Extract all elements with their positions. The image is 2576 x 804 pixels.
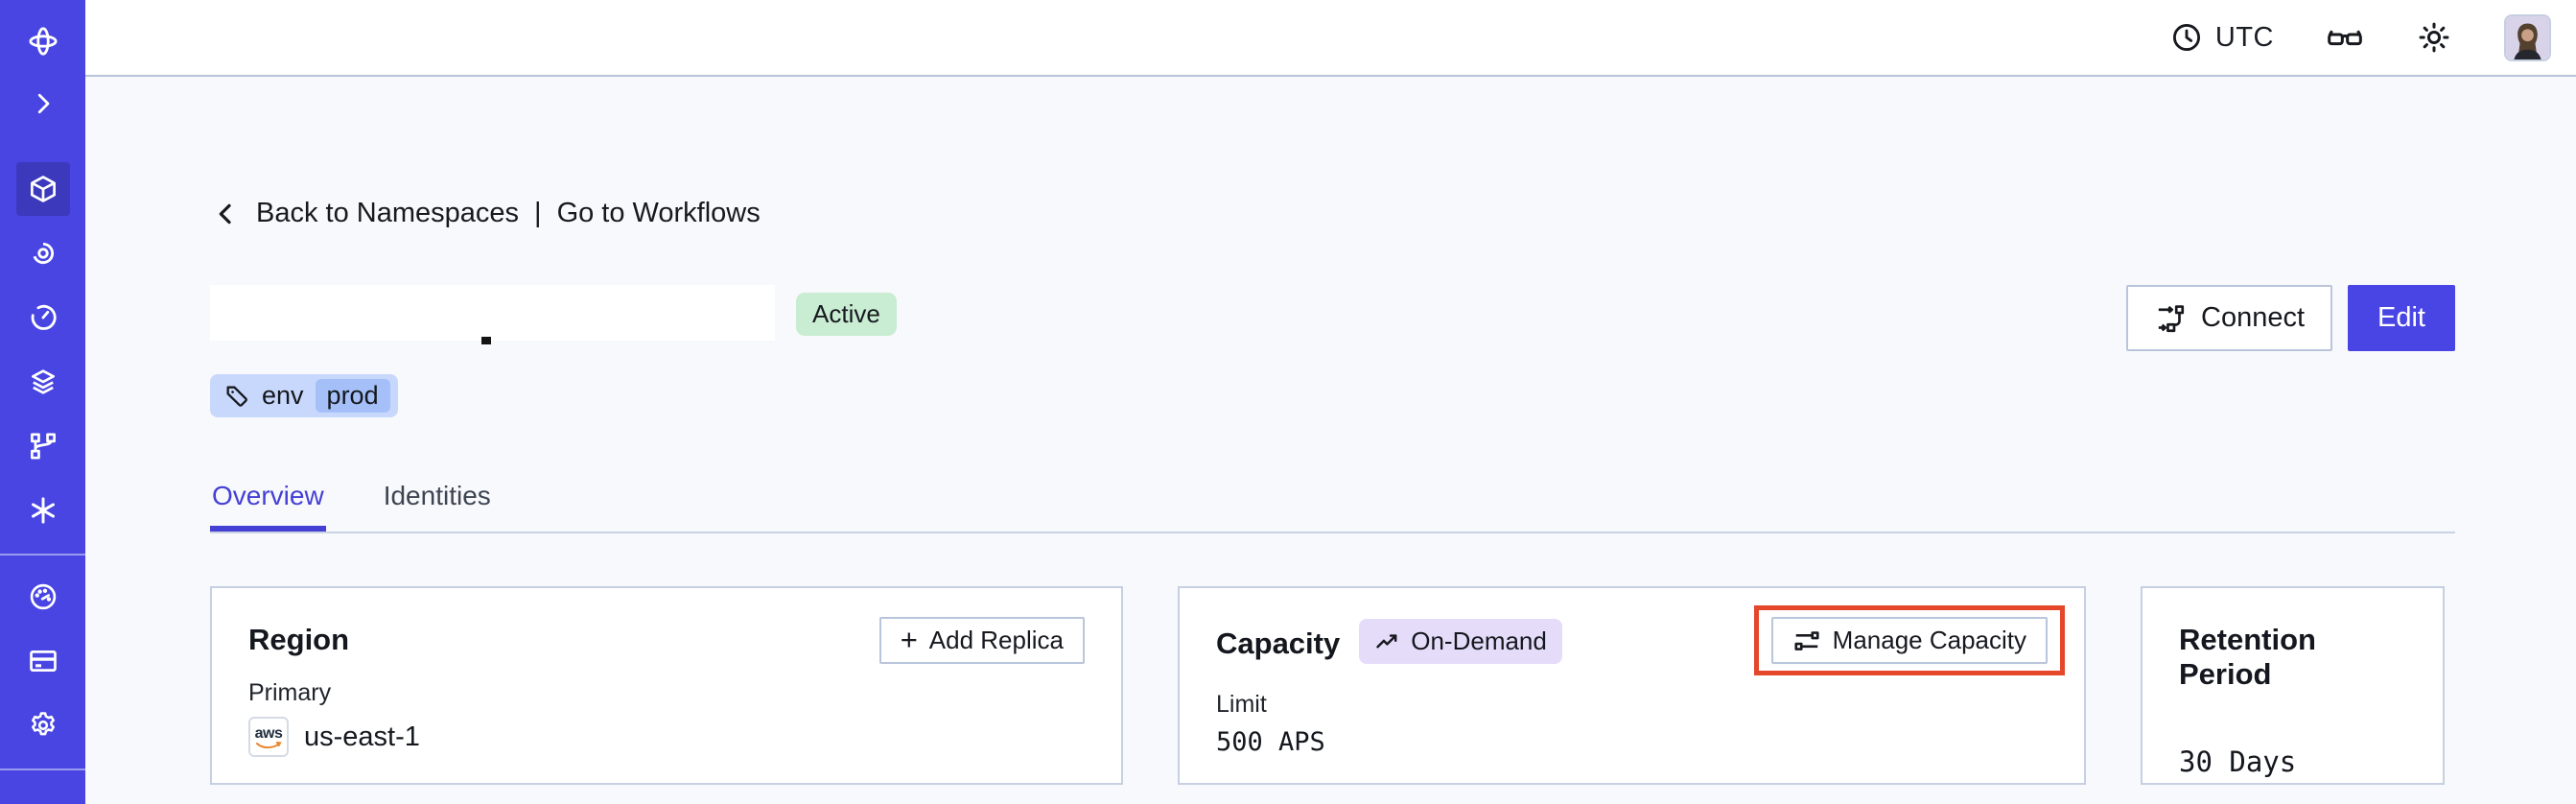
sidebar-item-deployments[interactable] bbox=[16, 355, 70, 409]
highlight-box: Manage Capacity bbox=[1753, 605, 2065, 675]
tag-key: env bbox=[262, 381, 304, 410]
retention-card: Retention Period 30 Days bbox=[2141, 586, 2445, 785]
tag-row: env prod bbox=[210, 374, 2455, 417]
theme-toggle-sun-icon[interactable] bbox=[2416, 19, 2452, 56]
capacity-card-header: Capacity On-Demand Manage Capacity bbox=[1216, 605, 2065, 675]
sidebar-item-nexus[interactable] bbox=[16, 484, 70, 537]
edit-button[interactable]: Edit bbox=[2348, 285, 2455, 351]
sidebar-divider bbox=[0, 554, 85, 556]
namespace-title-row: Active Connect Edit bbox=[210, 285, 2455, 351]
connect-button-label: Connect bbox=[2201, 302, 2306, 333]
manage-capacity-button[interactable]: Manage Capacity bbox=[1770, 617, 2048, 664]
region-card: Region + Add Replica Primary aws us-east… bbox=[210, 586, 1123, 785]
connect-button[interactable]: Connect bbox=[2126, 285, 2333, 351]
breadcrumb: Back to Namespaces | Go to Workflows bbox=[210, 198, 2455, 229]
sidebar-item-settings[interactable] bbox=[16, 698, 70, 752]
sidebar-item-namespaces[interactable] bbox=[15, 162, 70, 216]
on-demand-badge: On-Demand bbox=[1359, 619, 1562, 664]
temporal-logo-icon[interactable] bbox=[16, 14, 70, 68]
glasses-icon[interactable] bbox=[2326, 18, 2364, 57]
region-card-title: Region bbox=[248, 623, 350, 656]
on-demand-badge-label: On-Demand bbox=[1411, 627, 1547, 655]
top-bar-actions: UTC bbox=[2169, 13, 2576, 61]
sidebar-item-batch-operations[interactable] bbox=[16, 419, 70, 473]
limit-label: Limit bbox=[1216, 691, 1267, 718]
sidebar-divider bbox=[0, 769, 85, 770]
clock-icon bbox=[2169, 20, 2204, 55]
limit-value: 500 APS bbox=[1216, 727, 1325, 757]
capacity-card: Capacity On-Demand Manage Capacity Limit… bbox=[1178, 586, 2086, 785]
sidebar-item-workflows[interactable] bbox=[16, 226, 70, 280]
capacity-card-title: Capacity bbox=[1216, 626, 1341, 660]
connect-flow-icon bbox=[2154, 302, 2187, 335]
timezone-label: UTC bbox=[2214, 21, 2274, 53]
breadcrumb-separator: | bbox=[534, 198, 542, 228]
sidebar-item-support[interactable] bbox=[16, 781, 70, 804]
main-content: Back to Namespaces | Go to Workflows Act… bbox=[85, 77, 2576, 804]
aws-logo-text: aws bbox=[254, 724, 283, 742]
user-avatar[interactable] bbox=[2504, 13, 2551, 61]
timezone-selector[interactable]: UTC bbox=[2169, 20, 2274, 55]
namespace-actions: Connect Edit bbox=[2126, 285, 2455, 351]
sidebar-item-schedules[interactable] bbox=[16, 291, 70, 344]
region-value-row: aws us-east-1 bbox=[248, 717, 1085, 757]
add-replica-button[interactable]: + Add Replica bbox=[878, 617, 1085, 664]
app-window: UTC Back to Namespaces | Go to Workflows… bbox=[0, 0, 2576, 804]
sidebar-item-billing[interactable] bbox=[16, 634, 70, 688]
namespace-title-group: Active bbox=[210, 285, 897, 344]
manage-capacity-label: Manage Capacity bbox=[1832, 626, 2026, 654]
region-value: us-east-1 bbox=[304, 721, 420, 752]
overview-cards: Region + Add Replica Primary aws us-east… bbox=[210, 586, 2455, 785]
retention-value: 30 Days bbox=[2179, 745, 2297, 778]
trending-up-icon bbox=[1374, 628, 1401, 655]
sidebar-item-usage[interactable] bbox=[16, 570, 70, 624]
expand-sidebar-button[interactable] bbox=[16, 77, 70, 130]
aws-logo-icon: aws bbox=[248, 717, 289, 757]
primary-label: Primary bbox=[248, 679, 332, 706]
tag-icon bbox=[223, 383, 250, 410]
redaction-artifact-dot bbox=[481, 337, 491, 344]
status-badge: Active bbox=[796, 293, 897, 336]
tab-overview[interactable]: Overview bbox=[210, 481, 326, 532]
namespace-name-redacted bbox=[210, 285, 775, 344]
retention-card-title: Retention Period bbox=[2179, 623, 2316, 691]
sliders-icon bbox=[1792, 627, 1821, 655]
sidebar bbox=[0, 0, 85, 804]
go-to-workflows-link[interactable]: Go to Workflows bbox=[557, 198, 761, 229]
add-replica-label: Add Replica bbox=[928, 626, 1064, 654]
tab-bar: Overview Identities bbox=[210, 481, 2455, 533]
namespace-tag-chip: env prod bbox=[210, 374, 398, 417]
region-card-header: Region + Add Replica bbox=[248, 617, 1085, 664]
tab-identities[interactable]: Identities bbox=[382, 481, 493, 532]
tag-value: prod bbox=[315, 379, 390, 413]
plus-icon: + bbox=[900, 622, 918, 656]
back-to-namespaces-link[interactable]: Back to Namespaces bbox=[256, 198, 519, 229]
chevron-left-icon bbox=[210, 199, 241, 229]
capacity-title-group: Capacity On-Demand bbox=[1216, 617, 1562, 664]
top-bar: UTC bbox=[85, 0, 2576, 77]
